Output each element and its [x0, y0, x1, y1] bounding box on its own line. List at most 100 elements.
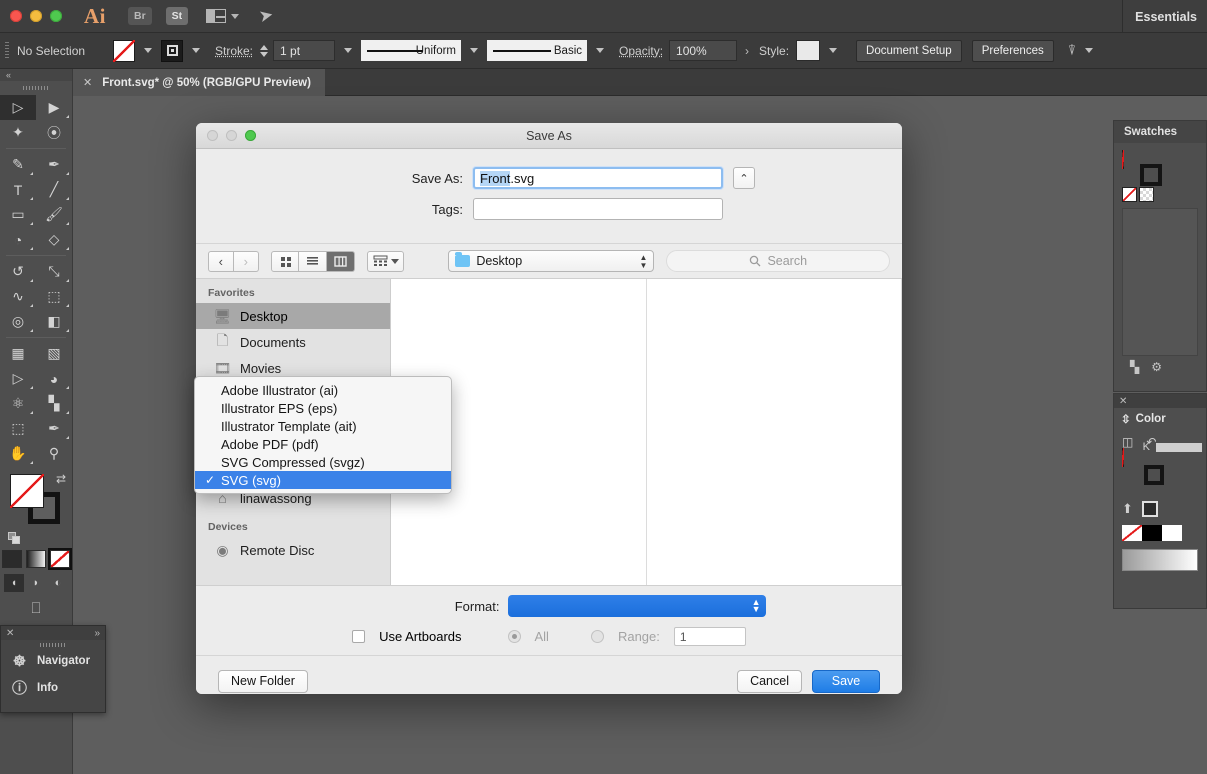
upload-color-icon[interactable]: ⬆: [1122, 501, 1133, 517]
new-folder-button[interactable]: New Folder: [218, 669, 308, 693]
gradient-tool[interactable]: ▧: [36, 341, 72, 366]
group-by-button[interactable]: [367, 250, 405, 272]
tags-input[interactable]: [473, 198, 723, 220]
file-columns[interactable]: [391, 279, 902, 585]
magic-wand-tool[interactable]: ✦: [0, 120, 36, 145]
paintbrush-tool[interactable]: 🖌: [36, 202, 72, 227]
sidebar-item-remote-disc[interactable]: ◉ Remote Disc: [196, 537, 390, 563]
swatches-stroke-swatch[interactable]: [1140, 164, 1162, 186]
sidebar-item-desktop[interactable]: 🖥 Desktop: [196, 303, 390, 329]
close-icon[interactable]: ✕: [6, 628, 14, 639]
curvature-tool[interactable]: ✒: [36, 152, 72, 177]
free-transform-tool[interactable]: ⬚: [36, 284, 72, 309]
stroke-profile-select[interactable]: Uniform: [361, 40, 462, 61]
all-radio[interactable]: [507, 630, 521, 643]
format-dropdown-menu[interactable]: Adobe Illustrator (ai) Illustrator EPS (…: [194, 376, 452, 494]
navigator-panel-grip[interactable]: [1, 640, 105, 647]
workspace-switcher[interactable]: Essentials: [1122, 0, 1207, 33]
opacity-input[interactable]: 100%: [669, 40, 738, 61]
swap-fill-stroke-icon[interactable]: ⇄: [56, 472, 66, 486]
chip-none[interactable]: [1122, 525, 1142, 541]
format-option-svgz[interactable]: SVG Compressed (svgz): [195, 453, 451, 471]
save-as-input[interactable]: Front .svg: [473, 167, 723, 189]
swatches-list[interactable]: [1122, 208, 1198, 356]
mesh-tool[interactable]: ▦: [0, 341, 36, 366]
tools-collapse-button[interactable]: «: [0, 69, 72, 81]
close-icon[interactable]: ✕: [1119, 396, 1127, 407]
expand-panel-icon[interactable]: »: [94, 628, 100, 639]
stroke-color-swatch[interactable]: [161, 39, 183, 62]
change-screen-mode-button[interactable]: ⎕: [0, 600, 72, 617]
swatches-panel-tab[interactable]: Swatches: [1114, 121, 1206, 143]
stroke-weight-stepper[interactable]: [260, 44, 269, 57]
swatch-libraries-icon[interactable]: ▚: [1130, 360, 1139, 374]
expand-dialog-button[interactable]: ⌃: [733, 167, 755, 189]
color-fill-swatch[interactable]: [1122, 448, 1124, 467]
slice-tool[interactable]: ✒: [36, 416, 72, 441]
fill-stroke-toggle-icon[interactable]: ◫: [1122, 435, 1133, 449]
k-slider[interactable]: [1156, 442, 1202, 452]
stroke-dropdown-icon[interactable]: [192, 48, 200, 53]
type-tool[interactable]: T: [0, 177, 36, 202]
format-option-pdf[interactable]: Adobe PDF (pdf): [195, 435, 451, 453]
range-input[interactable]: 1: [673, 627, 746, 646]
align-dropdown-icon[interactable]: [1085, 48, 1094, 53]
graphic-style-swatch[interactable]: [796, 40, 821, 61]
brush-definition-select[interactable]: Basic: [487, 40, 588, 61]
swatches-fill-swatch[interactable]: [1122, 150, 1124, 169]
lasso-tool[interactable]: ⦿: [36, 120, 72, 145]
close-icon[interactable]: ✕: [83, 76, 92, 89]
color-spectrum-ramp[interactable]: [1122, 549, 1198, 571]
format-option-ait[interactable]: Illustrator Template (ait): [195, 417, 451, 435]
format-option-svg[interactable]: ✓ SVG (svg): [195, 471, 451, 489]
zoom-tool[interactable]: ⚲: [36, 441, 72, 466]
minimize-window-button[interactable]: [30, 10, 42, 22]
rectangle-tool[interactable]: ▭: [0, 202, 36, 227]
color-panel-menu-icon[interactable]: ⇳: [1121, 412, 1131, 426]
column-graph-tool[interactable]: ▚: [36, 391, 72, 416]
search-input[interactable]: Search: [666, 250, 891, 272]
cancel-button[interactable]: Cancel: [737, 669, 802, 693]
stroke-profile-dropdown-icon[interactable]: [470, 48, 479, 53]
panel-item-navigator[interactable]: ☸ Navigator: [1, 647, 105, 674]
tools-panel-grip[interactable]: [0, 81, 72, 95]
draw-behind-button[interactable]: ◗: [26, 574, 46, 592]
stroke-weight-input[interactable]: 1 pt: [273, 40, 336, 61]
list-view-button[interactable]: [299, 250, 328, 272]
hand-tool[interactable]: ✋: [0, 441, 36, 466]
blend-tool[interactable]: ◕: [36, 366, 72, 391]
color-panel-tab[interactable]: ⇳ Color: [1114, 408, 1206, 429]
stroke-weight-dropdown-icon[interactable]: [344, 48, 353, 53]
color-solid-button[interactable]: [2, 550, 22, 568]
icon-view-button[interactable]: [271, 250, 300, 272]
fill-dropdown-icon[interactable]: [144, 48, 152, 53]
graphic-style-dropdown-icon[interactable]: [829, 48, 838, 53]
shape-builder-tool[interactable]: ◎: [0, 309, 36, 334]
line-segment-tool[interactable]: ╱: [36, 177, 72, 202]
direct-selection-tool[interactable]: ▶: [36, 95, 72, 120]
save-button[interactable]: Save: [812, 669, 880, 693]
format-option-eps[interactable]: Illustrator EPS (eps): [195, 399, 451, 417]
sidebar-item-documents[interactable]: 🗋 Documents: [196, 329, 390, 355]
bridge-button[interactable]: Br: [128, 7, 152, 25]
arrange-documents-button[interactable]: [206, 9, 240, 23]
draw-inside-button[interactable]: ◐: [48, 574, 68, 592]
chip-black[interactable]: [1142, 525, 1162, 541]
stock-button[interactable]: St: [165, 7, 189, 25]
rocket-icon[interactable]: ➤: [257, 5, 275, 28]
control-bar-grip[interactable]: [5, 41, 9, 60]
location-popup[interactable]: Desktop ▲ ▼: [448, 250, 655, 272]
format-option-ai[interactable]: Adobe Illustrator (ai): [195, 381, 451, 399]
perspective-grid-tool[interactable]: ◧: [36, 309, 72, 334]
use-artboards-checkbox[interactable]: [352, 630, 366, 643]
none-button[interactable]: [48, 548, 72, 570]
fill-swatch[interactable]: [10, 474, 44, 508]
range-radio[interactable]: [590, 630, 604, 643]
artboard-tool[interactable]: ⬚: [0, 416, 36, 441]
close-window-button[interactable]: [10, 10, 22, 22]
window-controls[interactable]: [0, 10, 62, 22]
preferences-button[interactable]: Preferences: [971, 39, 1054, 62]
swatch-registration[interactable]: [1139, 187, 1154, 202]
file-column-2[interactable]: [647, 279, 902, 585]
selection-tool[interactable]: ▷: [0, 95, 36, 120]
